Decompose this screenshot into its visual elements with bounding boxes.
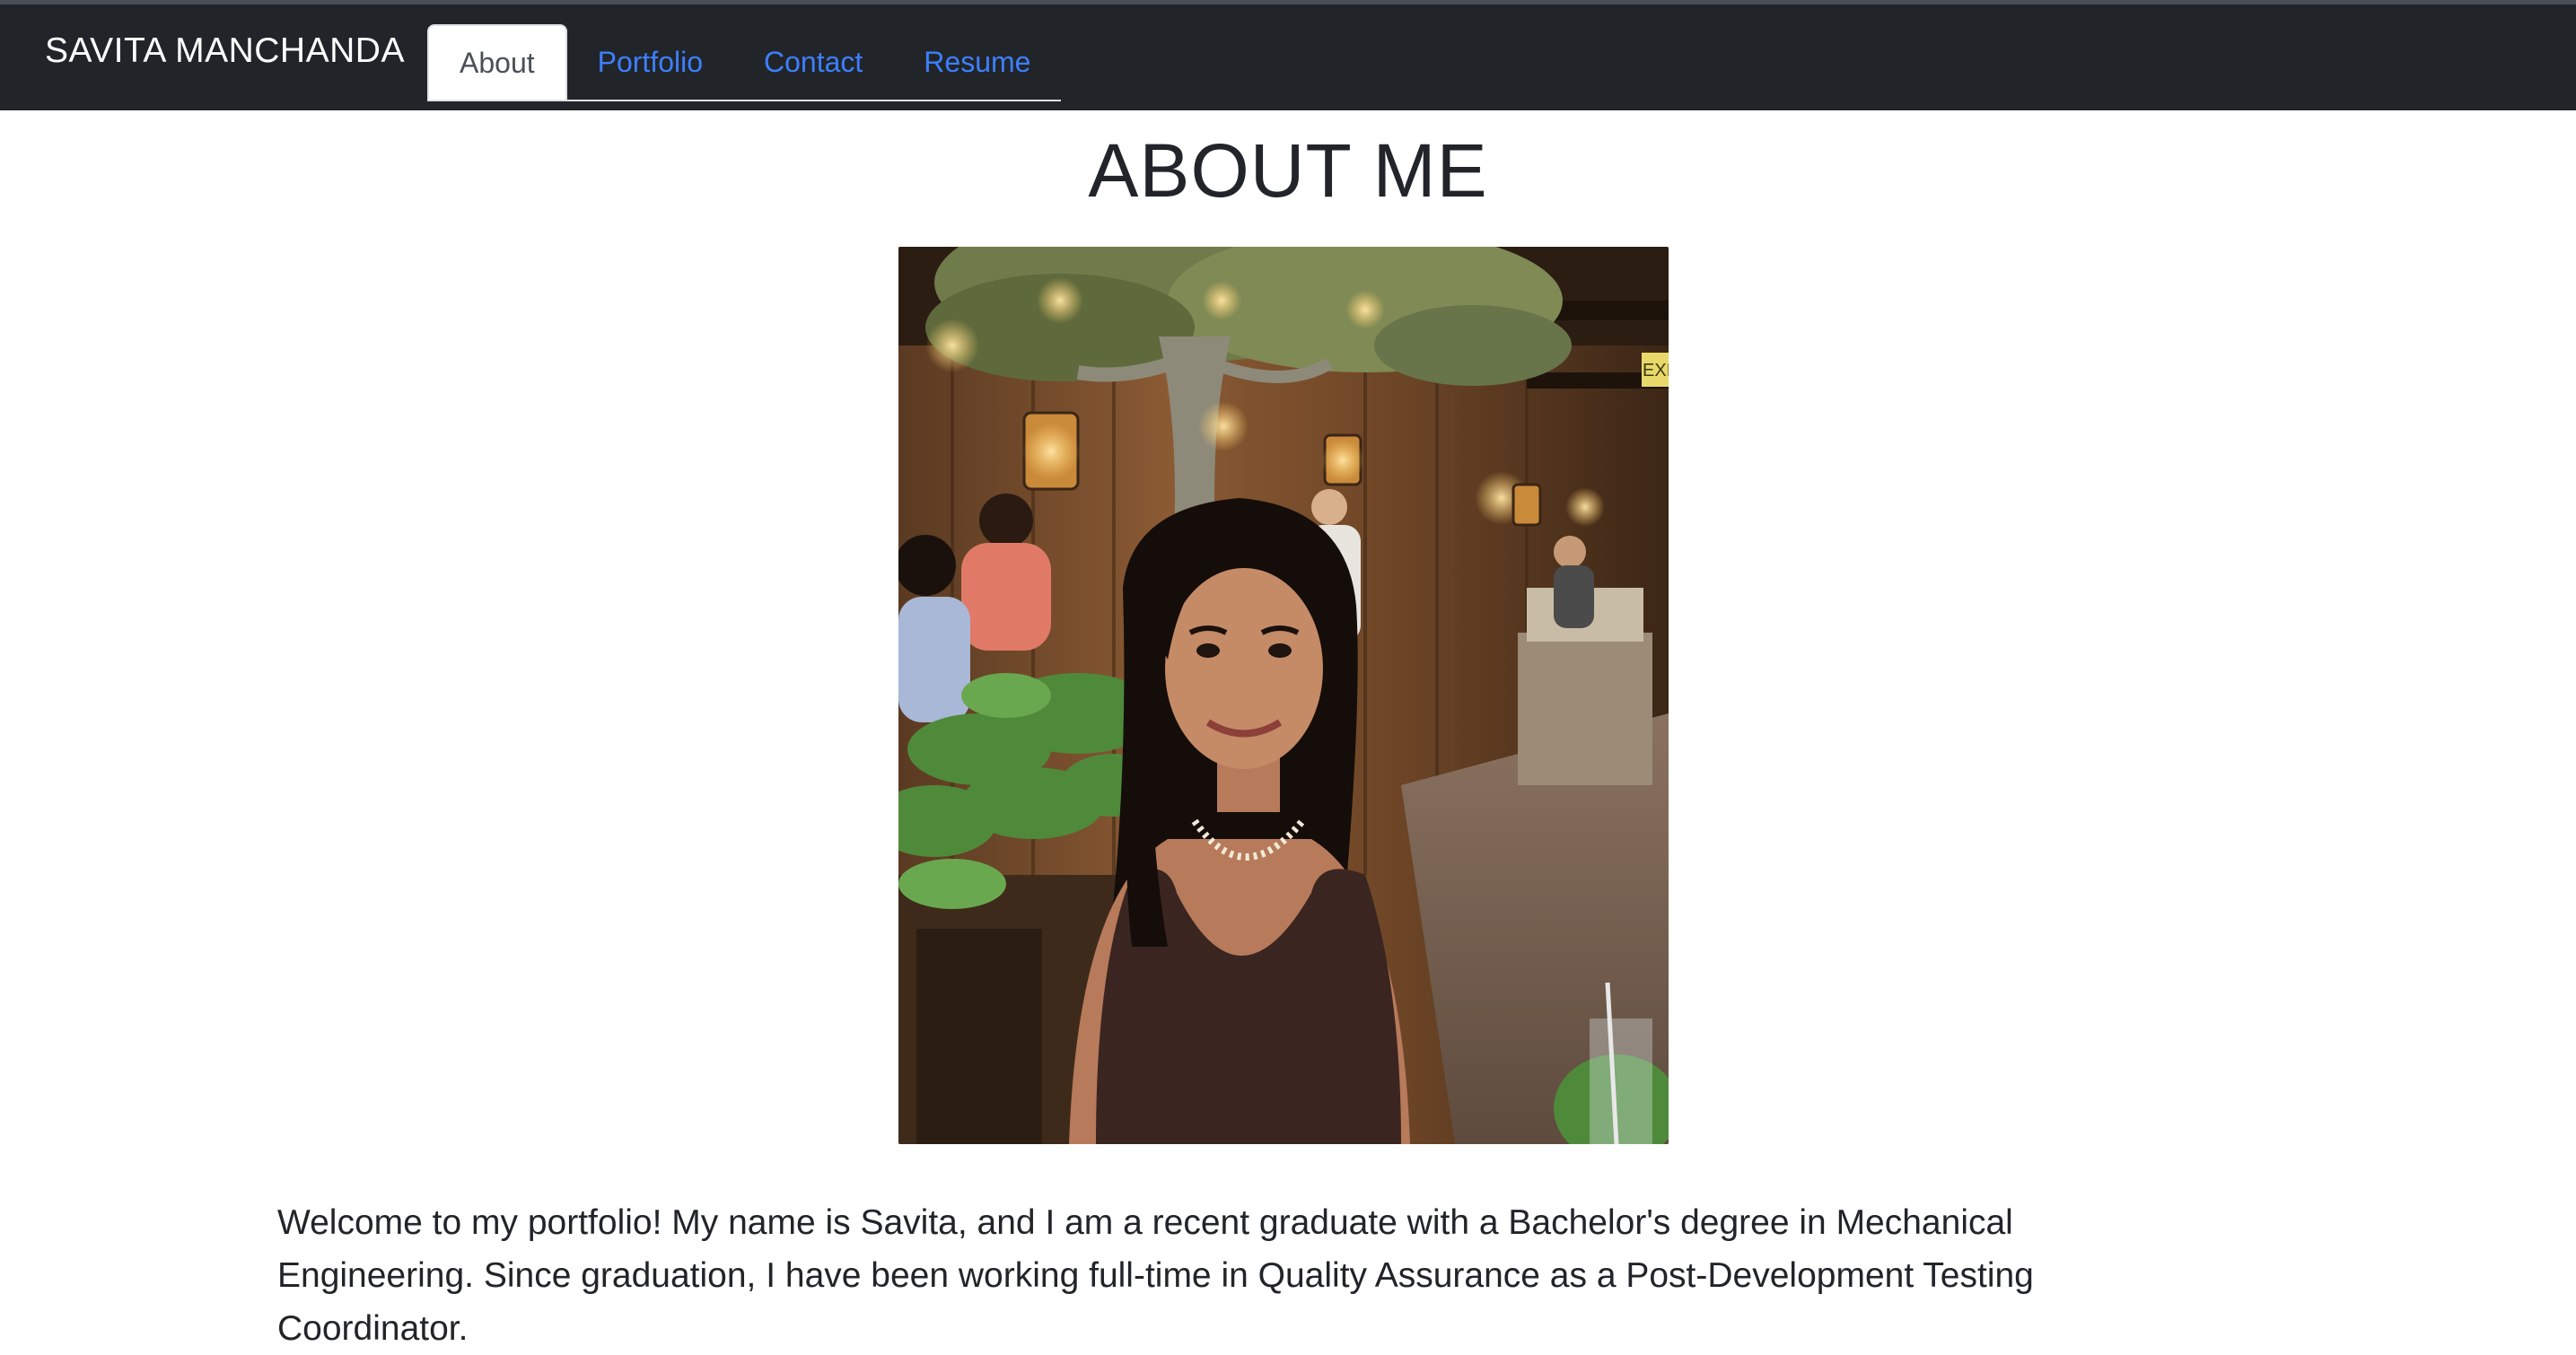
- profile-photo: EXIT: [898, 247, 1669, 1144]
- tab-about[interactable]: About: [427, 24, 567, 100]
- top-navbar: SAVITA MANCHANDA About Portfolio Contact…: [0, 4, 2576, 110]
- tab-resume[interactable]: Resume: [893, 24, 1061, 100]
- profile-photo-illustration: EXIT: [898, 247, 1669, 1144]
- nav-tabs: About Portfolio Contact Resume: [427, 21, 1062, 101]
- tab-portfolio[interactable]: Portfolio: [567, 24, 733, 100]
- exit-sign: EXIT: [1643, 361, 1669, 380]
- bio-paragraph: Welcome to my portfolio! My name is Savi…: [277, 1203, 2034, 1348]
- page-title: ABOUT ME: [1088, 128, 1488, 213]
- tab-contact[interactable]: Contact: [733, 24, 893, 100]
- brand-name[interactable]: SAVITA MANCHANDA: [45, 31, 405, 71]
